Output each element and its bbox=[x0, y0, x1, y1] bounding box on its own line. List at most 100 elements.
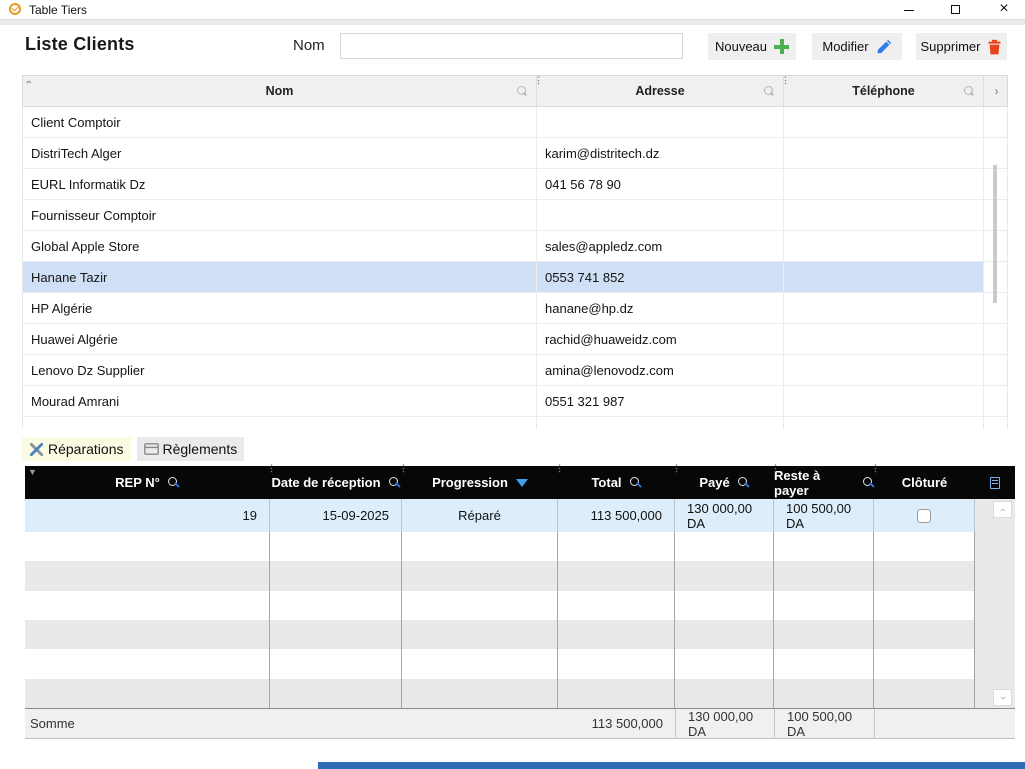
empty-cell bbox=[675, 591, 774, 620]
client-cell-adresse[interactable]: amina@lenovodz.com bbox=[537, 355, 784, 385]
client-cell-adresse[interactable]: 041 56 78 90 bbox=[537, 169, 784, 199]
client-cell-nom[interactable]: HP Algérie bbox=[23, 293, 537, 323]
client-cell-telephone[interactable] bbox=[784, 107, 984, 137]
client-cell-nom[interactable]: Global Apple Store bbox=[23, 231, 537, 261]
clients-header-adresse[interactable]: ⋮ Adresse bbox=[537, 76, 784, 106]
client-cell-nom[interactable]: Hanane Tazir bbox=[23, 262, 537, 292]
repairs-header-rep-no[interactable]: REP N° bbox=[25, 466, 270, 499]
client-cell-adresse[interactable]: 0551 321 987 bbox=[537, 386, 784, 416]
client-cell-telephone[interactable] bbox=[784, 169, 984, 199]
new-button[interactable]: Nouveau bbox=[708, 33, 796, 60]
edit-button[interactable]: Modifier bbox=[812, 33, 902, 60]
client-cell-nom[interactable] bbox=[23, 417, 537, 429]
repairs-header-total[interactable]: ⋮ Total bbox=[558, 466, 675, 499]
client-cell-nom[interactable]: Fournisseur Comptoir bbox=[23, 200, 537, 230]
client-cell-telephone[interactable] bbox=[784, 231, 984, 261]
repair-cell-paye[interactable]: 130 000,00 DA bbox=[675, 499, 774, 532]
clients-header-nom[interactable]: › Nom bbox=[23, 76, 537, 106]
tab-reglements[interactable]: Règlements bbox=[137, 437, 245, 461]
client-cell-telephone[interactable] bbox=[784, 138, 984, 168]
client-row[interactable]: Hanane Tazir0553 741 852 bbox=[23, 262, 1007, 293]
column-resize-handle[interactable]: ⋮ bbox=[555, 463, 564, 474]
repair-cell-date[interactable]: 15-09-2025 bbox=[270, 499, 402, 532]
repair-cell-progression[interactable]: Réparé bbox=[402, 499, 558, 532]
name-filter-input[interactable] bbox=[340, 33, 683, 59]
repair-cell-reste[interactable]: 100 500,00 DA bbox=[774, 499, 874, 532]
client-cell-adresse[interactable]: rachid@huaweidz.com bbox=[537, 324, 784, 354]
column-resize-handle[interactable]: ⋮ bbox=[871, 463, 880, 474]
column-search-icon[interactable] bbox=[630, 477, 642, 489]
repairs-scrollbar[interactable]: › › bbox=[975, 499, 1015, 708]
empty-cell bbox=[774, 649, 874, 678]
repairs-header-progression[interactable]: ⋮ Progression bbox=[402, 466, 558, 499]
column-resize-handle[interactable]: ⋮ bbox=[781, 75, 790, 86]
client-cell-telephone[interactable] bbox=[784, 355, 984, 385]
client-cell-adresse[interactable]: hanane@hp.dz bbox=[537, 293, 784, 323]
cloture-checkbox[interactable] bbox=[917, 509, 931, 523]
column-resize-handle[interactable]: ⋮ bbox=[399, 463, 408, 474]
column-search-icon[interactable] bbox=[764, 86, 775, 97]
client-cell-telephone[interactable] bbox=[784, 200, 984, 230]
column-resize-handle[interactable]: ⋮ bbox=[534, 75, 543, 86]
clients-scroll-expand[interactable]: › bbox=[984, 76, 1009, 106]
client-cell-telephone[interactable] bbox=[784, 417, 984, 429]
column-search-icon[interactable] bbox=[964, 86, 975, 97]
column-resize-handle[interactable]: ⋮ bbox=[672, 463, 681, 474]
client-cell-adresse[interactable] bbox=[537, 200, 784, 230]
minimize-button[interactable] bbox=[898, 0, 920, 19]
repairs-header-date[interactable]: ⋮ Date de réception bbox=[270, 466, 402, 499]
client-cell-nom[interactable]: Client Comptoir bbox=[23, 107, 537, 137]
client-row[interactable]: Fournisseur Comptoir bbox=[23, 200, 1007, 231]
client-cell-adresse[interactable] bbox=[537, 417, 784, 429]
client-row[interactable]: DistriTech Algerkarim@distritech.dz bbox=[23, 138, 1007, 169]
repairs-header-reste[interactable]: ⋮ Reste à payer bbox=[774, 466, 874, 499]
client-cell-telephone[interactable] bbox=[784, 324, 984, 354]
maximize-button[interactable] bbox=[944, 0, 966, 19]
client-row[interactable]: Lenovo Dz Supplieramina@lenovodz.com bbox=[23, 355, 1007, 386]
column-search-icon[interactable] bbox=[168, 477, 180, 489]
column-resize-handle[interactable]: ⋮ bbox=[267, 463, 276, 474]
detail-tabs: Réparations Règlements bbox=[22, 437, 244, 461]
client-cell-telephone[interactable] bbox=[784, 293, 984, 323]
column-resize-handle[interactable]: ⋮ bbox=[771, 463, 780, 474]
client-row[interactable]: Global Apple Storesales@appledz.com bbox=[23, 231, 1007, 262]
client-row[interactable] bbox=[23, 417, 1007, 429]
client-cell-adresse[interactable]: 0553 741 852 bbox=[537, 262, 784, 292]
client-cell-telephone[interactable] bbox=[784, 262, 984, 292]
filter-icon[interactable] bbox=[516, 479, 528, 487]
column-search-icon[interactable] bbox=[517, 86, 528, 97]
column-search-icon[interactable] bbox=[863, 477, 874, 489]
client-cell-nom[interactable]: DistriTech Alger bbox=[23, 138, 537, 168]
delete-button[interactable]: Supprimer bbox=[916, 33, 1007, 60]
client-row[interactable]: Client Comptoir bbox=[23, 107, 1007, 138]
client-cell-nom[interactable]: Lenovo Dz Supplier bbox=[23, 355, 537, 385]
scroll-down-button[interactable]: › bbox=[993, 689, 1012, 706]
clients-header-telephone[interactable]: ⋮ Téléphone bbox=[784, 76, 984, 106]
repair-cell-rep-no[interactable]: 19 bbox=[25, 499, 270, 532]
client-cell-adresse[interactable]: karim@distritech.dz bbox=[537, 138, 784, 168]
client-cell-nom[interactable]: EURL Informatik Dz bbox=[23, 169, 537, 199]
summary-spacer bbox=[975, 709, 1015, 739]
client-row[interactable]: HP Algériehanane@hp.dz bbox=[23, 293, 1007, 324]
client-cell-nom[interactable]: Mourad Amrani bbox=[23, 386, 537, 416]
client-cell-telephone[interactable] bbox=[784, 386, 984, 416]
client-row[interactable]: EURL Informatik Dz041 56 78 90 bbox=[23, 169, 1007, 200]
column-search-icon[interactable] bbox=[738, 477, 750, 489]
repairs-header-cloture[interactable]: ⋮ Clôturé bbox=[874, 466, 975, 499]
client-row[interactable]: Huawei Algérierachid@huaweidz.com bbox=[23, 324, 1007, 355]
repair-cell-total[interactable]: 113 500,000 bbox=[558, 499, 675, 532]
grid-options-icon[interactable] bbox=[990, 477, 1000, 489]
close-button[interactable]: × bbox=[993, 0, 1015, 19]
column-search-icon[interactable] bbox=[389, 477, 401, 489]
repairs-header-paye[interactable]: ⋮ Payé bbox=[675, 466, 774, 499]
tab-reparations[interactable]: Réparations bbox=[22, 437, 131, 461]
client-cell-adresse[interactable]: sales@appledz.com bbox=[537, 231, 784, 261]
client-cell-adresse[interactable] bbox=[537, 107, 784, 137]
repair-row[interactable]: 19 15-09-2025 Réparé 113 500,000 130 000… bbox=[25, 499, 975, 532]
repairs-header-options[interactable] bbox=[975, 466, 1015, 499]
client-row[interactable]: Mourad Amrani0551 321 987 bbox=[23, 386, 1007, 417]
scroll-up-button[interactable]: › bbox=[993, 501, 1012, 518]
summary-spacer bbox=[402, 709, 558, 739]
client-cell-nom[interactable]: Huawei Algérie bbox=[23, 324, 537, 354]
clients-scrollbar-thumb[interactable] bbox=[993, 165, 997, 303]
